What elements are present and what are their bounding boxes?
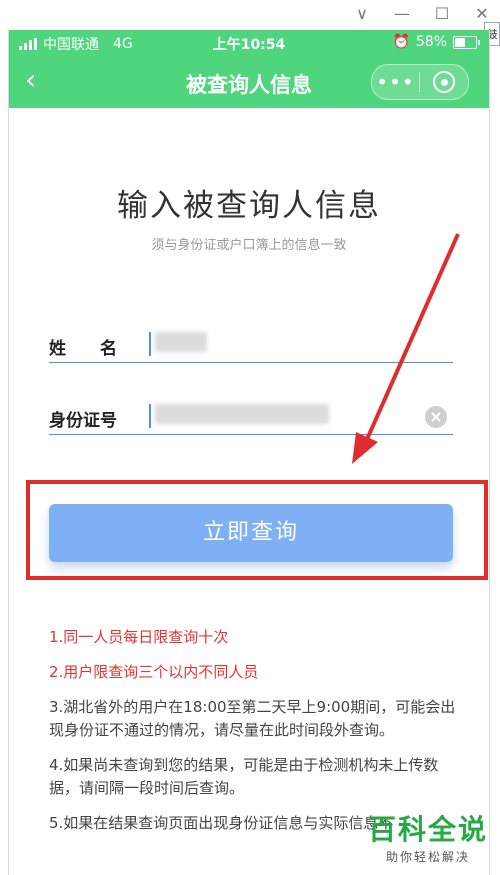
minimize-icon[interactable]: — [392,4,412,23]
mini-program-capsule: ••• [371,64,469,100]
annotation-arrow-icon [352,233,460,464]
battery-percent: 58% [415,34,447,50]
name-input[interactable] [155,332,207,352]
alarm-icon: ⏰ [392,34,410,50]
highlight-box [26,480,488,580]
note-item: 1.同一人员每日限查询十次 [49,628,229,646]
close-icon[interactable]: ✕ [472,4,492,23]
name-label: 姓 名 [49,339,117,359]
exit-icon[interactable] [420,71,468,93]
nav-bar: ‹ 被查询人信息 ••• [9,56,489,108]
status-right: ⏰ 58% [392,34,480,50]
collapse-icon[interactable]: ∨ [352,4,372,23]
battery-icon [453,35,480,49]
note-item: 4.如果尚未查询到您的结果，可能是由于检测机构未上传数据，请间隔一段时间后查询。 [49,756,439,797]
window-titlebar: ∨ — ☐ ✕ [0,0,500,30]
watermark-subtitle: 助你轻松解决 [385,850,470,864]
watermark-logo: 百科全说 助你轻松解决 [368,808,488,865]
note-item: 2.用户限查询三个以内不同人员 [49,663,259,681]
note-item: 3.湖北省外的用户在18:00至第二天早上9:00期间，可能会出现身份证不通过的… [49,698,456,739]
maximize-icon[interactable]: ☐ [432,4,452,23]
text-cursor [149,332,151,356]
form-heading: 输入被查询人信息 [117,188,381,224]
id-label: 身份证号 [49,411,117,431]
watermark-title: 百科全说 [367,813,488,846]
id-number-input[interactable] [155,404,329,424]
status-bar: 中国联通 4G 上午10:54 ⏰ 58% [9,30,489,56]
more-icon[interactable]: ••• [372,72,419,92]
text-cursor [149,404,151,428]
window-controls: ∨ — ☐ ✕ [352,4,492,23]
